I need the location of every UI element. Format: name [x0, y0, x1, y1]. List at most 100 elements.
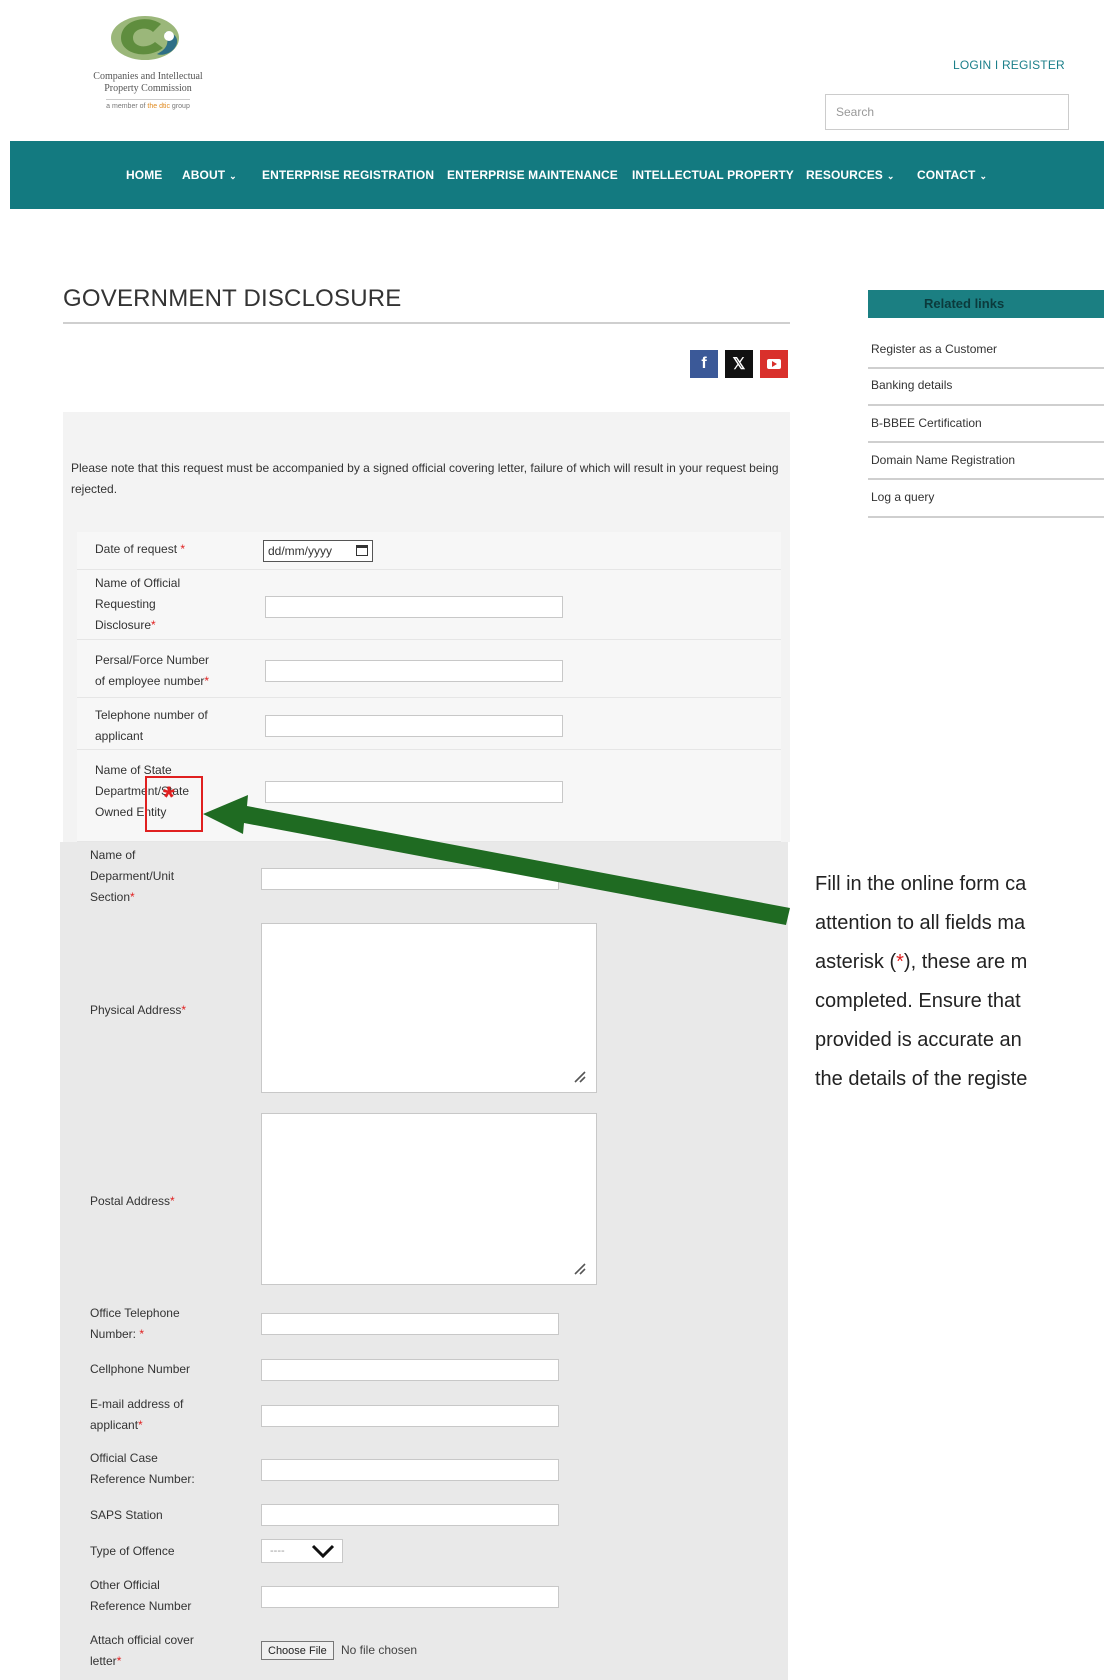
- related-link-divider: [868, 441, 1104, 443]
- office-telephone-label-line1: Office Telephone: [90, 1306, 180, 1320]
- youtube-share-button[interactable]: [760, 350, 788, 378]
- official-name-label-line2: Requesting: [95, 597, 156, 611]
- required-marker: *: [180, 542, 186, 556]
- annotation-line2: attention to all fields ma: [815, 912, 1026, 934]
- physical-address-textarea[interactable]: [261, 923, 597, 1093]
- nav-resources[interactable]: RESOURCES ⌄: [806, 168, 895, 182]
- nav-enterprise-maintenance-label: ENTERPRISE MAINTENANCE: [447, 168, 618, 182]
- cipc-logo-icon: [111, 16, 179, 60]
- related-link-banking-details[interactable]: Banking details: [871, 378, 952, 392]
- annotation-text: Fill in the online form ca attention to …: [815, 865, 1104, 1099]
- other-reference-label-line1: Other Official: [90, 1578, 160, 1592]
- required-marker: *: [138, 1418, 143, 1432]
- email-input[interactable]: [261, 1405, 559, 1427]
- related-link-divider: [868, 516, 1104, 518]
- resize-grip-icon[interactable]: [573, 1070, 587, 1084]
- cipc-logo[interactable]: Companies and Intellectual Property Comm…: [78, 10, 218, 113]
- related-link-divider: [868, 404, 1104, 406]
- logo-tagline-prefix: a member of: [106, 103, 148, 110]
- related-link-domain-registration[interactable]: Domain Name Registration: [871, 453, 1015, 467]
- nav-resources-label: RESOURCES: [806, 168, 883, 182]
- case-reference-label-line1: Official Case: [90, 1451, 158, 1465]
- required-marker: *: [204, 674, 210, 688]
- persal-label: Persal/Force Number of employee number*: [95, 650, 209, 692]
- related-link-log-query[interactable]: Log a query: [871, 490, 934, 504]
- other-reference-label: Other Official Reference Number: [90, 1575, 191, 1617]
- nav-enterprise-registration-label: ENTERPRISE REGISTRATION: [262, 168, 435, 182]
- nav-enterprise-maintenance[interactable]: ENTERPRISE MAINTENANCE: [447, 168, 618, 182]
- related-link-divider: [868, 367, 1104, 369]
- telephone-input[interactable]: [265, 715, 563, 737]
- nav-home[interactable]: HOME: [126, 168, 162, 182]
- telephone-label-line1: Telephone number of: [95, 708, 208, 722]
- attach-letter-label-line2: letter: [90, 1654, 117, 1668]
- postal-address-label: Postal Address*: [90, 1191, 175, 1212]
- annotation-line1: Fill in the online form ca: [815, 873, 1027, 895]
- facebook-share-button[interactable]: f: [690, 350, 718, 378]
- unit-section-label-line2: Deparment/Unit: [90, 869, 175, 883]
- date-label-text: Date of request: [95, 542, 178, 556]
- annotation-line3-star: *: [896, 951, 904, 973]
- date-of-request-field[interactable]: dd/mm/yyyy: [263, 540, 373, 562]
- unit-section-label-line1: Name of: [90, 848, 136, 862]
- resize-grip-icon[interactable]: [573, 1262, 587, 1276]
- youtube-icon: [767, 359, 781, 369]
- nav-home-label: HOME: [126, 168, 163, 182]
- persal-number-input[interactable]: [265, 660, 563, 682]
- required-marker: *: [116, 1654, 122, 1668]
- other-reference-input[interactable]: [261, 1586, 559, 1608]
- choose-file-button[interactable]: Choose File: [261, 1641, 334, 1660]
- annotation-line6: the details of the registe: [815, 1068, 1028, 1090]
- official-name-label-line1: Name of Official: [95, 576, 181, 590]
- logo-tagline: a member of the dtic group: [106, 99, 190, 110]
- official-name-label-line3-wrap: Disclosure*: [95, 615, 180, 636]
- physical-address-label-text: Physical Address: [90, 1003, 182, 1017]
- state-department-input[interactable]: [265, 781, 563, 803]
- official-name-input[interactable]: [265, 596, 563, 618]
- related-link-register-customer[interactable]: Register as a Customer: [871, 342, 997, 356]
- nav-enterprise-registration[interactable]: ENTERPRISE REGISTRATION: [262, 168, 434, 182]
- required-highlight-star: *: [163, 781, 175, 814]
- annotation-line3-post: ), these are m: [903, 951, 1028, 973]
- nav-intellectual-property[interactable]: INTELLECTUAL PROPERTY: [632, 168, 794, 182]
- calendar-icon: [356, 545, 368, 556]
- x-share-button[interactable]: 𝕏: [725, 350, 753, 378]
- logo-text-line1: Companies and Intellectual: [93, 71, 203, 82]
- file-status-text: No file chosen: [341, 1643, 418, 1657]
- nav-contact[interactable]: CONTACT ⌄: [917, 168, 987, 182]
- login-register-link[interactable]: LOGIN I REGISTER: [953, 58, 1065, 72]
- telephone-label: Telephone number of applicant: [95, 705, 208, 747]
- unit-section-input[interactable]: [261, 868, 559, 890]
- office-telephone-input[interactable]: [261, 1313, 559, 1335]
- chevron-down-icon: ⌄: [979, 171, 988, 181]
- required-marker: *: [139, 1327, 145, 1341]
- case-reference-input[interactable]: [261, 1459, 559, 1481]
- annotation-line3-pre: asterisk (: [815, 951, 897, 973]
- form-notice: Please note that this request must be ac…: [71, 461, 779, 496]
- related-link-bbbee-certification[interactable]: B-BBEE Certification: [871, 416, 982, 430]
- date-label: Date of request *: [95, 539, 185, 560]
- telephone-label-line2: applicant: [95, 729, 144, 743]
- required-marker: *: [181, 1003, 187, 1017]
- offence-type-selected: ----: [270, 1545, 285, 1557]
- postal-address-textarea[interactable]: [261, 1113, 597, 1285]
- chevron-down-icon: ⌄: [886, 171, 895, 181]
- attach-letter-label: Attach official cover letter*: [90, 1630, 194, 1672]
- offence-type-select[interactable]: ----: [261, 1539, 343, 1563]
- cellphone-label: Cellphone Number: [90, 1362, 191, 1376]
- office-telephone-label-line2: Number:: [90, 1327, 140, 1341]
- related-links-heading-text: Related links: [924, 296, 1005, 311]
- office-telephone-label-line2-wrap: Number: *: [90, 1324, 180, 1345]
- required-marker: *: [170, 1194, 175, 1208]
- cellphone-input[interactable]: [261, 1359, 559, 1381]
- facebook-icon: f: [701, 355, 707, 372]
- chevron-down-icon: [311, 1544, 335, 1559]
- search-input[interactable]: [825, 94, 1069, 130]
- page-title: GOVERNMENT DISCLOSURE: [63, 285, 402, 312]
- attach-letter-label-line1: Attach official cover: [90, 1633, 194, 1647]
- nav-about[interactable]: ABOUT ⌄: [182, 168, 237, 182]
- logo-tagline-suffix: group: [169, 103, 190, 110]
- case-reference-label-line2: Reference Number:: [90, 1472, 195, 1486]
- annotation-line4: completed. Ensure that: [815, 990, 1021, 1012]
- saps-station-input[interactable]: [261, 1504, 559, 1526]
